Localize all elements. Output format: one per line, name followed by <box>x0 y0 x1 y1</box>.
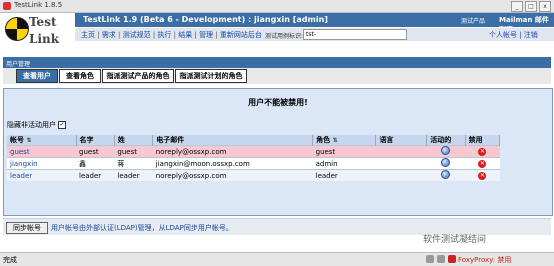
status-bar: 完成 FoxyProxy: 禁用 <box>0 252 554 266</box>
logo-disc-icon <box>5 17 29 41</box>
status-text: 完成 <box>3 256 17 264</box>
table-row: leader leader leader noreply@ossxp.com l… <box>7 169 500 181</box>
tab-view-roles[interactable]: 查看角色 <box>59 69 101 83</box>
col-lang[interactable]: 语言 <box>375 135 428 146</box>
close-icon[interactable]: x <box>539 1 551 12</box>
user-lang <box>375 157 427 170</box>
sync-accounts-button[interactable]: 同步帐号 <box>6 222 48 234</box>
user-last: leader <box>114 169 153 181</box>
tab-assign-product-roles[interactable]: 指派测试产品的角色 <box>102 69 174 83</box>
active-status-icon <box>441 146 451 155</box>
window-controls: _ □ x <box>511 1 551 12</box>
active-cell <box>426 145 466 158</box>
nav-admin[interactable]: 管理 <box>199 31 213 39</box>
col-role[interactable]: 角色 ⇅ <box>312 135 377 146</box>
active-status-icon <box>441 158 451 167</box>
active-status-icon <box>441 170 451 179</box>
user-role: guest <box>312 145 376 158</box>
logo-text-line1: Test <box>29 15 57 29</box>
nav-home[interactable]: 主页 <box>81 31 95 39</box>
user-tabs: 查看用户 查看角色 指派测试产品的角色 指派测试计划的角色 <box>3 68 551 84</box>
hide-inactive-label: 隐藏非活动用户 <box>7 121 56 129</box>
window-titlebar: TestLink 1.8.5 _ □ x <box>0 0 554 13</box>
header: Test Link TestLink 1.9 (Beta 6 - Develop… <box>0 13 554 60</box>
addon-icon[interactable] <box>426 255 434 263</box>
tab-view-users[interactable]: 查看用户 <box>16 69 58 83</box>
user-panel: 用户不能被禁用! 隐藏非活动用户 ✓ 帐号 ⇅ 名字 姓 电子邮件 角色 ⇅ 语… <box>3 88 553 216</box>
user-login-link[interactable]: guest <box>7 145 77 158</box>
ldap-info-text: 用户帐号由外部认证(LDAP)管理，从LDAP同步用户帐号。 <box>51 224 233 232</box>
app-title: TestLink 1.9 (Beta 6 - Development) : ji… <box>83 15 328 24</box>
sort-icon: ⇅ <box>26 137 32 144</box>
disable-cell: ✕ <box>465 145 500 158</box>
hide-inactive-control[interactable]: 隐藏非活动用户 ✓ <box>7 120 66 130</box>
nav-execute[interactable]: 执行 <box>157 31 171 39</box>
table-row: guest guest guest noreply@ossxp.com gues… <box>7 145 500 158</box>
active-cell <box>426 157 466 170</box>
col-last[interactable]: 姓 <box>114 135 154 146</box>
disable-cell: ✕ <box>465 169 500 181</box>
disable-user-icon[interactable]: ✕ <box>478 148 487 156</box>
user-last: 蒋 <box>114 157 153 170</box>
nav-backend[interactable]: 重新网站后台 <box>220 31 262 39</box>
table-header-row: 帐号 ⇅ 名字 姓 电子邮件 角色 ⇅ 语言 活动的 禁用 <box>7 135 501 146</box>
user-email: jiangxin@moon.ossxp.com <box>152 157 313 170</box>
user-role: leader <box>312 169 376 181</box>
nav-results[interactable]: 结果 <box>178 31 192 39</box>
user-login-link[interactable]: leader <box>7 169 77 181</box>
foxyproxy-icon[interactable] <box>448 255 456 263</box>
nav-links: 主页 | 需求 | 测试规范 | 执行 | 结果 | 管理 | 重新网站后台 <box>81 31 262 39</box>
user-first: leader <box>76 169 115 181</box>
maximize-icon[interactable]: □ <box>525 1 537 12</box>
testlink-logo[interactable]: Test Link <box>5 15 73 55</box>
tab-assign-plan-roles[interactable]: 指派测试计划的角色 <box>175 69 247 83</box>
addon-icon[interactable] <box>437 255 445 263</box>
sort-icon: ⇅ <box>332 137 338 144</box>
user-last: guest <box>114 145 153 158</box>
user-email: noreply@ossxp.com <box>152 145 313 158</box>
user-first: 鑫 <box>76 157 115 170</box>
disable-user-icon[interactable]: ✕ <box>478 172 487 180</box>
user-lang <box>375 169 427 181</box>
table-row: jiangxin 鑫 蒋 jiangxin@moon.ossxp.com adm… <box>7 157 500 170</box>
section-header: 用户管理 <box>3 57 551 68</box>
user-role: admin <box>312 157 376 170</box>
section-title: 用户管理 <box>6 61 31 68</box>
foxyproxy-status[interactable]: FoxyProxy: 禁用 <box>458 255 511 265</box>
user-first: guest <box>76 145 115 158</box>
title-bar: TestLink 1.9 (Beta 6 - Development) : ji… <box>75 13 554 34</box>
col-active: 活动的 <box>426 135 466 146</box>
nav-test-spec[interactable]: 测试规范 <box>123 31 151 39</box>
user-email: noreply@ossxp.com <box>152 169 313 181</box>
logo-text-line2: Link <box>29 32 60 46</box>
account-links[interactable]: 个人帐号 | 注销 <box>489 30 538 40</box>
nav-requirements[interactable]: 需求 <box>102 31 116 39</box>
app-icon <box>3 2 11 10</box>
disable-user-icon[interactable]: ✕ <box>478 160 487 168</box>
hide-inactive-checkbox[interactable]: ✓ <box>58 121 66 129</box>
col-first[interactable]: 名字 <box>76 135 115 146</box>
col-disable: 禁用 <box>465 135 501 146</box>
product-label: 测试产品 <box>461 18 486 25</box>
col-email[interactable]: 电子邮件 <box>152 135 314 146</box>
users-table: 帐号 ⇅ 名字 姓 电子邮件 角色 ⇅ 语言 活动的 禁用 guest gues… <box>7 135 501 181</box>
user-lang <box>375 145 427 158</box>
window-title: TestLink 1.8.5 <box>14 1 63 9</box>
col-login[interactable]: 帐号 ⇅ <box>7 135 77 146</box>
main-nav: 主页 | 需求 | 测试规范 | 执行 | 结果 | 管理 | 重新网站后台 测… <box>75 28 554 41</box>
testcase-search-input[interactable]: tst- <box>303 29 407 40</box>
error-message: 用户不能被禁用! <box>248 98 308 107</box>
active-cell <box>426 169 466 181</box>
user-login-link[interactable]: jiangxin <box>7 157 77 170</box>
search-label: 测试用例标识: <box>265 33 304 40</box>
minimize-icon[interactable]: _ <box>511 1 523 12</box>
watermark: 软件测试凝结间 <box>423 235 487 245</box>
disable-cell: ✕ <box>465 157 500 170</box>
